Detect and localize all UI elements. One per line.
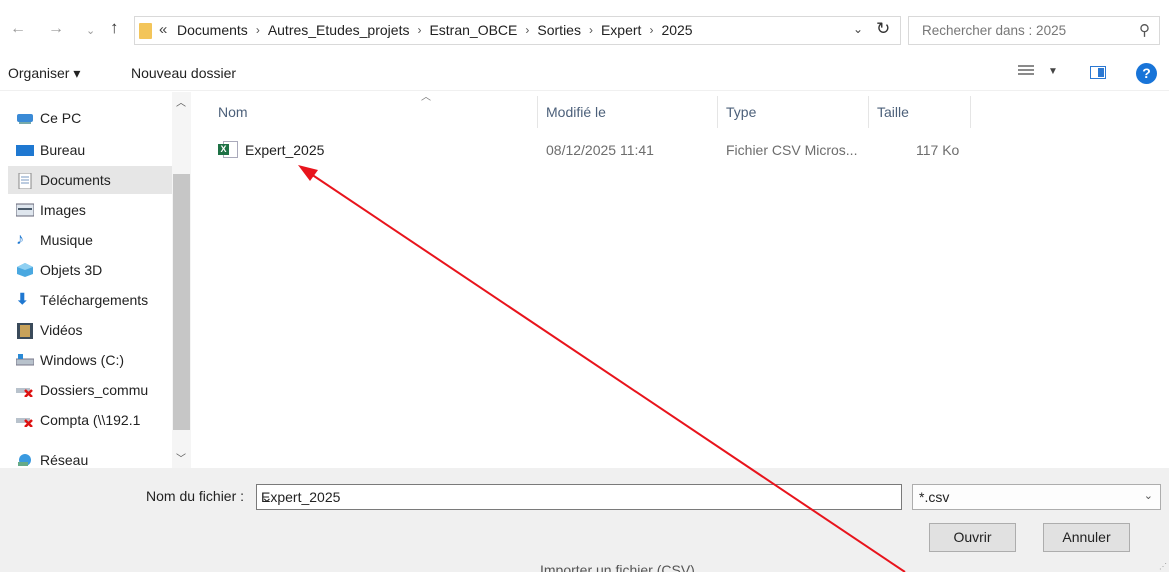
sidebar-item-objets-3d[interactable]: Objets 3D bbox=[16, 256, 174, 284]
view-dropdown-chevron-icon[interactable]: ▼ bbox=[1048, 66, 1058, 77]
address-row: ← → ⌄ ↑ « Documents › Autres_Etudes_proj… bbox=[0, 0, 1169, 56]
scroll-up-arrow-icon[interactable]: ︿ bbox=[176, 94, 186, 109]
search-input[interactable]: Rechercher dans : 2025 bbox=[922, 23, 1066, 38]
sidebar-item-compta[interactable]: Compta (\\192.1 bbox=[16, 406, 174, 434]
file-name-panel: Nom du fichier : Expert_2025 ⌄ *.csv ⌄ O… bbox=[0, 468, 1169, 572]
address-bar[interactable]: « Documents › Autres_Etudes_projets › Es… bbox=[134, 16, 901, 45]
downloads-icon: ⬇ bbox=[16, 291, 29, 308]
breadcrumb-separator[interactable]: › bbox=[649, 23, 653, 37]
navigation-scrollbar-thumb[interactable] bbox=[173, 174, 190, 430]
sidebar-item-label: Compta (\\192.1 bbox=[40, 412, 141, 428]
column-header-modified[interactable]: Modifié le bbox=[546, 104, 606, 120]
breadcrumb-autres-etudes-projets[interactable]: Autres_Etudes_projets bbox=[268, 22, 410, 38]
breadcrumb-separator[interactable]: › bbox=[525, 23, 529, 37]
objects-3d-icon bbox=[16, 263, 34, 277]
excel-csv-icon: X bbox=[218, 141, 238, 158]
sidebar-item-label: Windows (C:) bbox=[40, 352, 125, 368]
help-icon[interactable]: ? bbox=[1136, 63, 1157, 84]
file-type: Fichier CSV Micros... bbox=[726, 142, 858, 158]
up-arrow-icon[interactable]: ↑ bbox=[110, 18, 119, 38]
breadcrumb-2025[interactable]: 2025 bbox=[661, 22, 692, 38]
breadcrumb: Documents › Autres_Etudes_projets › Estr… bbox=[177, 22, 693, 38]
folder-icon bbox=[139, 23, 152, 39]
column-divider[interactable] bbox=[970, 96, 971, 128]
view-options-icon[interactable] bbox=[1018, 65, 1034, 79]
column-header-name[interactable]: Nom bbox=[218, 104, 248, 120]
sort-ascending-icon: ︿ bbox=[421, 92, 431, 103]
refresh-icon[interactable]: ↻ bbox=[876, 19, 890, 39]
sidebar-item-label: Dossiers_commu bbox=[40, 382, 149, 398]
column-divider[interactable] bbox=[717, 96, 718, 128]
filename-history-chevron-icon[interactable]: ⌄ bbox=[261, 489, 893, 506]
file-type-filter-value: *.csv bbox=[919, 489, 950, 505]
command-bar: Organiser ▾ Nouveau dossier ▼ ? bbox=[0, 57, 1169, 91]
network-drive-disconnected-icon bbox=[16, 383, 34, 398]
open-button[interactable]: Ouvrir bbox=[929, 523, 1016, 552]
sidebar-item-telechargements[interactable]: ⬇ Téléchargements bbox=[16, 286, 174, 314]
search-icon[interactable]: ⚲ bbox=[1139, 21, 1150, 39]
videos-icon bbox=[16, 323, 34, 339]
sidebar-item-label: Documents bbox=[40, 172, 111, 188]
breadcrumb-expert[interactable]: Expert bbox=[601, 22, 641, 38]
forward-arrow-icon[interactable]: → bbox=[48, 20, 64, 38]
path-overflow-chevron[interactable]: « bbox=[159, 21, 167, 38]
sidebar-item-bureau[interactable]: Bureau bbox=[16, 136, 174, 164]
column-header-type[interactable]: Type bbox=[726, 104, 756, 120]
sidebar-item-label: Ce PC bbox=[40, 110, 82, 126]
file-type-filter[interactable]: *.csv ⌄ bbox=[912, 484, 1161, 510]
address-history-chevron-icon[interactable]: ⌄ bbox=[853, 22, 863, 36]
scroll-down-arrow-icon[interactable]: ﹀ bbox=[176, 450, 186, 465]
search-box[interactable]: Rechercher dans : 2025 ⚲ bbox=[908, 16, 1160, 45]
preview-pane-icon[interactable] bbox=[1090, 66, 1106, 79]
file-size: 117 Ko bbox=[916, 142, 960, 158]
organize-button[interactable]: Organiser ▾ bbox=[8, 65, 80, 82]
network-icon bbox=[16, 453, 34, 467]
column-header-size[interactable]: Taille bbox=[877, 104, 909, 120]
sidebar-item-dossiers-commu[interactable]: Dossiers_commu bbox=[16, 376, 174, 404]
sidebar-item-musique[interactable]: ♪ Musique bbox=[16, 226, 174, 254]
music-icon: ♪ bbox=[16, 231, 24, 248]
column-divider[interactable] bbox=[537, 96, 538, 128]
background-page-text: Importer un fichier (CSV) bbox=[540, 562, 695, 572]
breadcrumb-estran-obce[interactable]: Estran_OBCE bbox=[429, 22, 517, 38]
breadcrumb-separator[interactable]: › bbox=[256, 23, 260, 37]
breadcrumb-separator[interactable]: › bbox=[589, 23, 593, 37]
breadcrumb-sorties[interactable]: Sorties bbox=[537, 22, 581, 38]
desktop-icon bbox=[16, 143, 34, 157]
computer-icon bbox=[16, 111, 34, 125]
recent-locations-chevron-icon[interactable]: ⌄ bbox=[86, 24, 95, 37]
images-icon bbox=[16, 203, 35, 217]
resize-grip-icon[interactable]: ⋰ bbox=[1159, 562, 1167, 571]
sidebar-item-label: Réseau bbox=[40, 452, 89, 468]
cancel-button[interactable]: Annuler bbox=[1043, 523, 1130, 552]
sidebar-item-images[interactable]: Images bbox=[16, 196, 174, 224]
drive-icon bbox=[16, 353, 35, 367]
breadcrumb-separator[interactable]: › bbox=[417, 23, 421, 37]
sidebar-item-documents[interactable]: Documents bbox=[8, 166, 172, 194]
file-name[interactable]: Expert_2025 bbox=[245, 142, 324, 158]
filename-label: Nom du fichier : bbox=[146, 488, 245, 504]
breadcrumb-documents[interactable]: Documents bbox=[177, 22, 248, 38]
sidebar-item-label: Vidéos bbox=[40, 322, 83, 338]
column-divider[interactable] bbox=[868, 96, 869, 128]
sidebar-item-label: Images bbox=[40, 202, 86, 218]
file-modified: 08/12/2025 11:41 bbox=[546, 142, 654, 158]
file-row[interactable]: X Expert_2025 08/12/2025 11:41 Fichier C… bbox=[192, 136, 1169, 164]
sidebar-item-videos[interactable]: Vidéos bbox=[16, 316, 174, 344]
sidebar-item-label: Objets 3D bbox=[40, 262, 103, 278]
new-folder-button[interactable]: Nouveau dossier bbox=[131, 65, 236, 81]
sidebar-item-ce-pc[interactable]: Ce PC bbox=[16, 104, 174, 132]
network-drive-disconnected-icon bbox=[16, 413, 34, 428]
sidebar-item-label: Musique bbox=[40, 232, 93, 248]
navigation-pane: Ce PC Bureau Documents Images ♪ Musique … bbox=[0, 92, 191, 468]
sidebar-item-windows-c[interactable]: Windows (C:) bbox=[16, 346, 174, 374]
documents-icon bbox=[16, 172, 34, 190]
file-type-chevron-icon[interactable]: ⌄ bbox=[1144, 489, 1153, 502]
file-list: Nom ︿ Modifié le Type Taille X Expert_20… bbox=[192, 92, 1169, 468]
sidebar-item-label: Téléchargements bbox=[40, 292, 149, 308]
sidebar-item-label: Bureau bbox=[40, 142, 86, 158]
back-arrow-icon[interactable]: ← bbox=[10, 20, 26, 38]
filename-field[interactable]: Expert_2025 ⌄ bbox=[256, 484, 902, 510]
